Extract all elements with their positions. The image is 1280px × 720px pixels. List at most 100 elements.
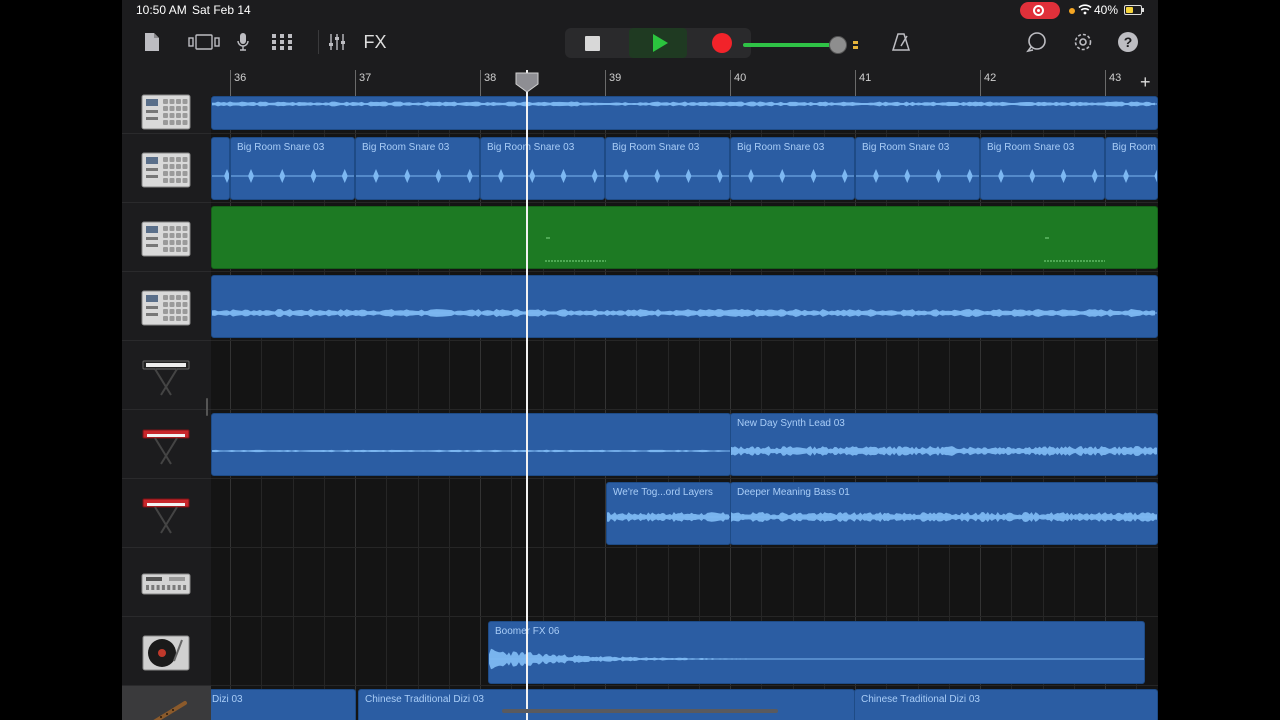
region-name: Dizi 03: [212, 694, 243, 705]
fx-button[interactable]: FX: [362, 28, 388, 56]
region-name: Chinese Traditional Dizi 03: [861, 694, 980, 705]
track-header[interactable]: [122, 479, 211, 548]
playhead-handle[interactable]: [515, 72, 539, 92]
midi-notes: [545, 237, 1105, 262]
loop-browser-button[interactable]: [1026, 28, 1048, 56]
play-button[interactable]: [629, 28, 687, 58]
track-lane[interactable]: [211, 341, 1158, 410]
bar-number: 42: [984, 72, 997, 84]
audio-region[interactable]: Big Room Snare 03: [230, 137, 355, 200]
my-songs-button[interactable]: [142, 28, 162, 56]
audio-region[interactable]: Chinese Traditional Dizi 03: [854, 689, 1158, 720]
track-lane[interactable]: [211, 548, 1158, 617]
audio-region[interactable]: [211, 96, 1158, 130]
volume-knob[interactable]: [829, 36, 847, 54]
waveform: [731, 512, 1157, 522]
waveform: [981, 169, 1104, 183]
bar-number: 37: [359, 72, 372, 84]
midi-region[interactable]: [211, 206, 1158, 269]
waveform: [212, 101, 1157, 107]
track-header[interactable]: [122, 203, 211, 272]
grid-icon: [272, 34, 292, 50]
help-button[interactable]: ?: [1117, 28, 1139, 56]
audio-region[interactable]: Big Room Snare 03: [855, 137, 980, 200]
track-lane[interactable]: [211, 203, 1158, 272]
beat-sequencer-icon: [141, 562, 191, 606]
audio-region[interactable]: Big Room Snare 03: [355, 137, 480, 200]
audio-region[interactable]: We're Tog...ord Layers: [606, 482, 731, 545]
garageband-screen: 10:50 AM Sat Feb 14 40% FX ? 36 37 38 39…: [122, 0, 1158, 720]
track-header[interactable]: [122, 617, 211, 686]
track-header[interactable]: [122, 341, 211, 410]
tracks-view-icon: [188, 34, 220, 50]
battery-icon: [1124, 5, 1144, 15]
master-volume-slider[interactable]: [743, 36, 863, 54]
track-header[interactable]: [122, 410, 211, 479]
playhead[interactable]: [526, 70, 528, 720]
track-headers: [122, 94, 212, 720]
bar-number: 43: [1109, 72, 1122, 84]
track-header[interactable]: [122, 686, 211, 720]
audio-region[interactable]: Dizi 03: [211, 689, 356, 720]
audio-region[interactable]: Boomer FX 06: [488, 621, 1145, 684]
volume-track: [743, 43, 835, 47]
metronome-icon: [891, 33, 911, 51]
timeline-ruler[interactable]: 36 37 38 39 40 41 42 43: [211, 70, 1158, 97]
waveform: [231, 169, 354, 183]
header-resize-handle[interactable]: [206, 398, 208, 416]
tracks-area[interactable]: Big Room Snare 03 Big Room Snare 03 Big Ro…: [211, 96, 1158, 720]
track-lane[interactable]: New Day Synth Lead 03: [211, 410, 1158, 479]
audio-region[interactable]: [211, 275, 1158, 338]
waveform: [607, 512, 730, 522]
document-icon: [145, 33, 159, 51]
drum-machine-icon: [141, 90, 191, 134]
bar-number: 38: [484, 72, 497, 84]
waveform: [1106, 169, 1157, 183]
smart-controls-button[interactable]: [234, 28, 252, 56]
track-header[interactable]: [122, 548, 211, 617]
track-lane[interactable]: [211, 96, 1158, 134]
audio-region[interactable]: Big Room: [1105, 137, 1158, 200]
track-lane[interactable]: [211, 272, 1158, 341]
mixer-sliders-icon: [329, 34, 345, 50]
stop-button[interactable]: [565, 28, 619, 58]
track-lane[interactable]: Boomer FX 06: [211, 617, 1158, 686]
track-lane[interactable]: Dizi 03 Chinese Traditional Dizi 03 Chin…: [211, 686, 1158, 720]
audio-region[interactable]: [211, 137, 230, 200]
audio-region[interactable]: [211, 413, 731, 476]
add-section-button[interactable]: +: [1140, 72, 1151, 93]
drum-machine-icon: [141, 217, 191, 261]
settings-button[interactable]: [1072, 28, 1094, 56]
browser-button[interactable]: [188, 28, 220, 56]
audio-region[interactable]: Big Room Snare 03: [730, 137, 855, 200]
audio-region[interactable]: Big Room Snare 03: [605, 137, 730, 200]
waveform: [356, 169, 479, 183]
track-header[interactable]: [122, 134, 211, 203]
track-lane[interactable]: Big Room Snare 03 Big Room Snare 03 Big Ro…: [211, 134, 1158, 203]
waveform: [731, 446, 1157, 456]
waveform: [489, 648, 1144, 670]
grid-button[interactable]: [272, 28, 292, 56]
drum-machine-icon: [141, 286, 191, 330]
help-icon: ?: [1118, 32, 1138, 52]
red-keyboard-icon: [141, 493, 191, 537]
audio-region[interactable]: New Day Synth Lead 03: [730, 413, 1158, 476]
waveform: [212, 169, 229, 183]
mixer-button[interactable]: [328, 28, 346, 56]
track-header[interactable]: [122, 94, 211, 134]
region-name: Chinese Traditional Dizi 03: [365, 694, 484, 705]
audio-region[interactable]: Big Room Snare 03: [980, 137, 1105, 200]
turntable-icon: [141, 631, 191, 675]
track-lane[interactable]: We're Tog...ord Layers Deeper Meaning Ba…: [211, 479, 1158, 548]
audio-region[interactable]: Chinese Traditional Dizi 03: [358, 689, 855, 720]
audio-region[interactable]: Big Room Snare 03: [480, 137, 605, 200]
record-icon: [712, 33, 732, 53]
horizontal-scrollbar[interactable]: [502, 709, 778, 713]
status-date: Sat Feb 14: [192, 3, 251, 17]
record-button[interactable]: [695, 28, 749, 58]
audio-region[interactable]: Deeper Meaning Bass 01: [730, 482, 1158, 545]
level-meter: [853, 41, 858, 49]
screen-recording-indicator[interactable]: [1020, 2, 1060, 19]
track-header[interactable]: [122, 272, 211, 341]
metronome-button[interactable]: [890, 28, 912, 56]
